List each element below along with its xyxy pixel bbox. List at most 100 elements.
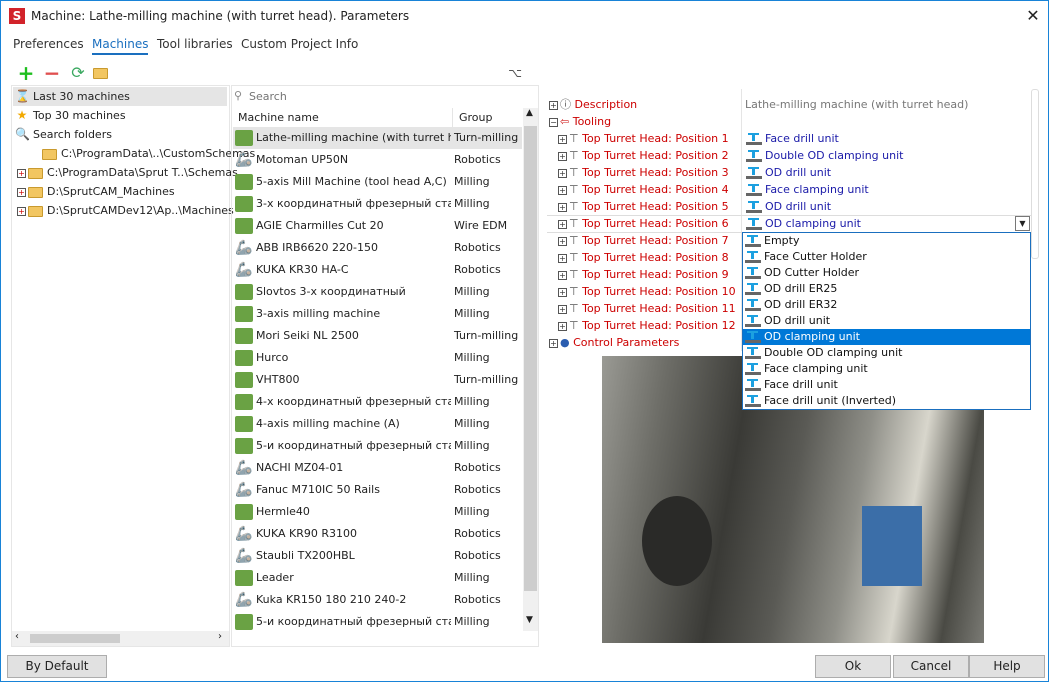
machine-row[interactable]: 🦾 Motoman UP50N Robotics: [233, 149, 522, 171]
turret-position[interactable]: + ⊤ Top Turret Head: Position 1: [558, 130, 740, 147]
prop-description[interactable]: + ⓘ Description: [549, 96, 637, 113]
machine-row[interactable]: Mori Seiki NL 2500 Turn-milling: [233, 325, 522, 347]
by-default-button[interactable]: By Default: [7, 655, 107, 678]
expand-icon[interactable]: +: [558, 287, 567, 297]
expand-icon[interactable]: +: [549, 338, 558, 348]
expand-icon[interactable]: +: [558, 134, 567, 144]
turret-position[interactable]: + ⊤ Top Turret Head: Position 9: [558, 266, 740, 283]
turret-position[interactable]: + ⊤ Top Turret Head: Position 11: [558, 300, 740, 317]
machine-row[interactable]: 3-axis milling machine Milling: [233, 303, 522, 325]
machine-row[interactable]: 5-и координатный фрезерный стан… Milling: [233, 435, 522, 457]
machine-row[interactable]: 🦾 KUKA KR30 HA-C Robotics: [233, 259, 522, 281]
turret-position[interactable]: + ⊤ Top Turret Head: Position 10: [558, 283, 740, 300]
position-value[interactable]: Double OD clamping unit: [746, 147, 903, 164]
tree-view-icon[interactable]: ⌥: [506, 64, 524, 82]
position-value[interactable]: Face clamping unit: [746, 181, 869, 198]
dropdown-option[interactable]: Face drill unit (Inverted): [743, 393, 1030, 409]
dropdown-arrow-icon[interactable]: ▼: [1015, 216, 1030, 231]
position-value[interactable]: OD drill unit: [746, 164, 831, 181]
expand-icon[interactable]: +: [558, 253, 567, 263]
machine-row[interactable]: VHT800 Turn-milling: [233, 369, 522, 391]
tab-tool-libraries[interactable]: Tool libraries: [157, 37, 233, 51]
tree-folder[interactable]: + C:\ProgramData\Sprut T..\Schemas: [13, 163, 238, 182]
help-button[interactable]: Help: [969, 655, 1045, 678]
machine-row[interactable]: AGIE Charmilles Cut 20 Wire EDM: [233, 215, 522, 237]
machine-row[interactable]: 🦾 Staubli TX200HBL Robotics: [233, 545, 522, 567]
tree-item-last-30[interactable]: ⌛ Last 30 machines: [13, 87, 227, 106]
ok-button[interactable]: Ok: [815, 655, 891, 678]
expand-icon[interactable]: +: [549, 100, 558, 110]
machine-icon: [235, 218, 253, 234]
expand-icon[interactable]: +: [558, 270, 567, 280]
machine-row[interactable]: 4-axis milling machine (A) Milling: [233, 413, 522, 435]
expand-icon[interactable]: +: [558, 304, 567, 314]
machine-row[interactable]: Hermle40 Milling: [233, 501, 522, 523]
tree-folder[interactable]: + D:\SprutCAMDev12\Ap..\Machines: [13, 201, 234, 220]
tree-item-top-30[interactable]: ★ Top 30 machines: [13, 106, 227, 125]
close-button[interactable]: ✕: [1021, 4, 1045, 28]
machine-row[interactable]: 3-х координатный фрезерный станок Millin…: [233, 193, 522, 215]
machine-row[interactable]: 🦾 Fanuc M710IC 50 Rails Robotics: [233, 479, 522, 501]
machine-row[interactable]: 5-и координатный фрезерный стан… Milling: [233, 611, 522, 633]
machine-row[interactable]: Hurco Milling: [233, 347, 522, 369]
expand-icon[interactable]: +: [558, 151, 567, 161]
machine-row[interactable]: Leader Milling: [233, 567, 522, 589]
dropdown-option[interactable]: OD Cutter Holder: [743, 265, 1030, 281]
cancel-button[interactable]: Cancel: [893, 655, 969, 678]
search-input[interactable]: [249, 87, 519, 105]
turret-position[interactable]: + ⊤ Top Turret Head: Position 4: [558, 181, 740, 198]
position-value[interactable]: Face drill unit: [746, 130, 839, 147]
turret-position[interactable]: + ⊤ Top Turret Head: Position 7: [558, 232, 740, 249]
dropdown-option[interactable]: OD drill ER25: [743, 281, 1030, 297]
turret-position[interactable]: + ⊤ Top Turret Head: Position 12: [558, 317, 740, 334]
turret-position[interactable]: + ⊤ Top Turret Head: Position 2: [558, 147, 740, 164]
machine-row[interactable]: 🦾 Kuka KR150 180 210 240-2 Robotics: [233, 589, 522, 611]
dropdown-option[interactable]: OD clamping unit: [743, 329, 1030, 345]
machine-row[interactable]: 🦾 NACHI MZ04-01 Robotics: [233, 457, 522, 479]
collapse-icon[interactable]: −: [549, 117, 558, 127]
machine-row[interactable]: Lathe-milling machine (with turret head)…: [233, 127, 522, 149]
tab-machines[interactable]: Machines: [92, 37, 149, 55]
machine-row[interactable]: 5-axis Mill Machine (tool head A,C) Mill…: [233, 171, 522, 193]
expand-icon[interactable]: +: [558, 236, 567, 246]
add-icon[interactable]: +: [17, 63, 35, 83]
props-scrollbar[interactable]: [1031, 89, 1039, 259]
machine-row[interactable]: 🦾 ABB IRB6620 220-150 Robotics: [233, 237, 522, 259]
dropdown-option[interactable]: Empty: [743, 233, 1030, 249]
expand-icon[interactable]: +: [17, 206, 26, 216]
folder-search-icon[interactable]: [93, 64, 111, 82]
expand-icon[interactable]: +: [558, 202, 567, 212]
dropdown-option[interactable]: Double OD clamping unit: [743, 345, 1030, 361]
column-group[interactable]: Group: [452, 108, 493, 128]
remove-icon[interactable]: −: [43, 63, 61, 83]
machine-row[interactable]: Slovtos 3-х координатный Milling: [233, 281, 522, 303]
turret-position[interactable]: + ⊤ Top Turret Head: Position 3: [558, 164, 740, 181]
machine-row[interactable]: 4-х координатный фрезерный стан… Milling: [233, 391, 522, 413]
vertical-scrollbar[interactable]: ▲ ▼: [523, 108, 538, 631]
dropdown-option[interactable]: OD drill ER32: [743, 297, 1030, 313]
turret-position[interactable]: + ⊤ Top Turret Head: Position 5: [558, 198, 740, 215]
expand-icon[interactable]: +: [558, 321, 567, 331]
tab-custom-project-info[interactable]: Custom Project Info: [241, 37, 358, 51]
prop-tooling[interactable]: − ⇦ Tooling: [549, 113, 611, 130]
expand-icon[interactable]: +: [558, 185, 567, 195]
expand-icon[interactable]: +: [17, 168, 26, 178]
tab-preferences[interactable]: Preferences: [13, 37, 84, 51]
position-value[interactable]: OD drill unit: [746, 198, 831, 215]
dropdown-option[interactable]: Face Cutter Holder: [743, 249, 1030, 265]
expand-icon[interactable]: +: [558, 168, 567, 178]
dropdown-option[interactable]: Face clamping unit: [743, 361, 1030, 377]
turret-position[interactable]: + ⊤ Top Turret Head: Position 8: [558, 249, 740, 266]
dropdown-option[interactable]: Face drill unit: [743, 377, 1030, 393]
tree-item-search-folders[interactable]: 🔍 Search folders: [13, 125, 227, 144]
machine-row[interactable]: 🦾 KUKA KR90 R3100 Robotics: [233, 523, 522, 545]
horizontal-scrollbar[interactable]: ‹ ›: [12, 631, 229, 646]
refresh-icon[interactable]: ⟳: [69, 64, 87, 82]
column-machine-name[interactable]: Machine name: [238, 108, 319, 128]
prop-control-parameters[interactable]: + ● Control Parameters: [549, 334, 679, 351]
tree-folder[interactable]: C:\ProgramData\..\CustomSchemas: [13, 144, 255, 163]
dropdown-option[interactable]: OD drill unit: [743, 313, 1030, 329]
tool-dropdown-list[interactable]: Empty Face Cutter Holder OD Cutter Holder O…: [742, 232, 1031, 410]
tree-folder[interactable]: + D:\SprutCAM_Machines: [13, 182, 227, 201]
expand-icon[interactable]: +: [17, 187, 26, 197]
